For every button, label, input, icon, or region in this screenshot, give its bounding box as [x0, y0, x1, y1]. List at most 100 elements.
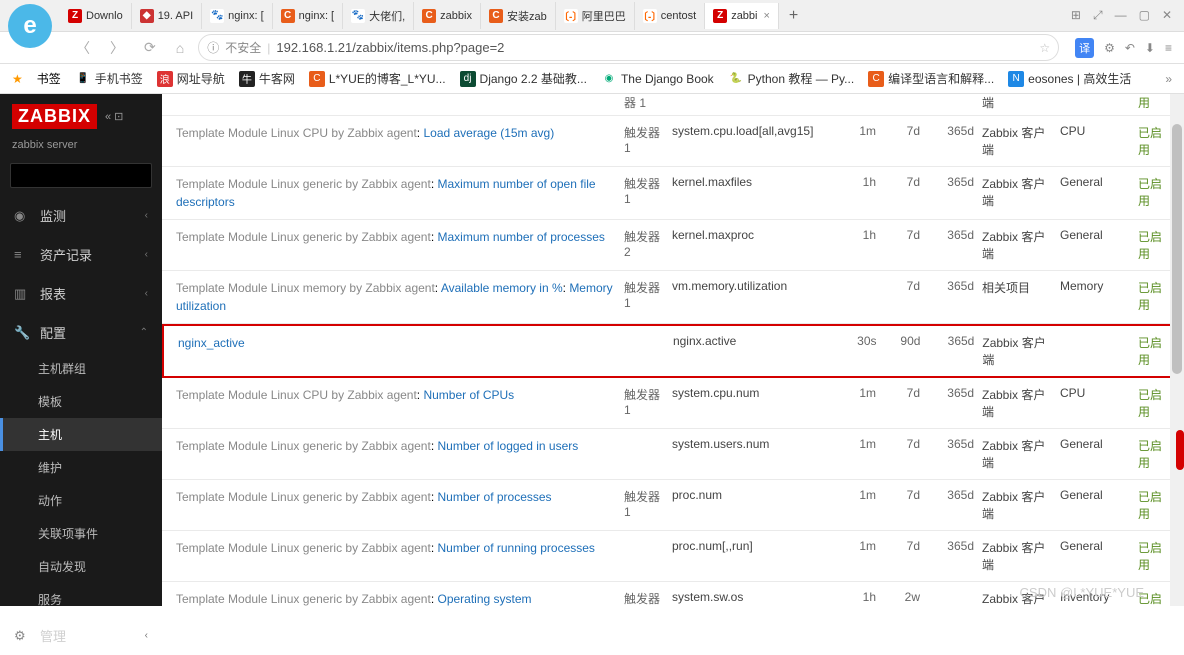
sub-nav-item[interactable]: 维护 — [0, 451, 162, 484]
item-link[interactable]: Number of processes — [438, 490, 552, 504]
download-icon[interactable]: ⬇ — [1145, 41, 1155, 55]
browser-tab[interactable]: 〔-〕阿里巴巴 — [556, 2, 635, 30]
trigger-cell: 触发器 1 — [624, 488, 664, 519]
bookmark-item[interactable]: 浪网址导航 — [157, 70, 225, 87]
scrollbar[interactable] — [1170, 94, 1184, 606]
item-link[interactable]: Operating system — [438, 592, 532, 606]
trigger-cell: 触发器 1 — [624, 590, 664, 606]
minimize-icon[interactable]: — — [1115, 8, 1127, 23]
star-icon[interactable]: ☆ — [1039, 41, 1050, 55]
status-cell[interactable]: 已启用 — [1138, 228, 1168, 262]
collapse-icon[interactable]: « ⊡ — [105, 110, 123, 123]
app-cell: Memory — [1060, 279, 1130, 293]
history-cell: 7d — [884, 539, 920, 553]
tab-favicon: 🐾 — [351, 9, 365, 23]
browser-tab[interactable]: 〔-〕centost — [635, 3, 705, 29]
sidebar-search[interactable]: 🔍 — [10, 163, 152, 188]
item-link[interactable]: nginx_active — [178, 336, 245, 350]
bookmark-item[interactable]: 牛牛客网 — [239, 70, 295, 87]
item-link[interactable]: Maximum number of processes — [438, 230, 605, 244]
item-link[interactable]: Number of running processes — [438, 541, 595, 555]
tab-favicon: Z — [713, 9, 727, 23]
history-cell: 7d — [884, 386, 920, 400]
close-window-icon[interactable]: ✕ — [1162, 8, 1172, 23]
sub-nav-item[interactable]: 自动发现 — [0, 550, 162, 583]
status-cell[interactable]: 已启用 — [1138, 386, 1168, 420]
bookmark-item[interactable]: ◉The Django Book — [601, 71, 714, 87]
new-tab-button[interactable]: + — [779, 3, 808, 29]
key-cell: system.cpu.num — [672, 386, 832, 400]
bookmark-item[interactable]: CL*YUE的博客_L*YU... — [309, 70, 446, 87]
home-button[interactable]: ⌂ — [170, 38, 190, 58]
tab-label: zabbix — [440, 10, 472, 22]
item-link[interactable]: Number of CPUs — [423, 388, 514, 402]
interval-cell: 30s — [841, 334, 877, 348]
browser-tab[interactable]: Zzabbi× — [705, 3, 779, 29]
status-cell[interactable]: 已启用 — [1138, 175, 1168, 209]
type-cell: Zabbix 客户端 — [982, 437, 1052, 471]
bookmark-item[interactable]: 🐍Python 教程 — Py... — [728, 70, 854, 87]
item-link[interactable]: Load average (15m avg) — [423, 126, 554, 140]
table-row: Template Module Linux generic by Zabbix … — [162, 531, 1184, 582]
url-box[interactable]: ⓘ 不安全 | 192.168.1.21/zabbix/items.php?pa… — [198, 34, 1059, 61]
browser-tab[interactable]: Czabbix — [414, 3, 481, 29]
nav-admin[interactable]: ⚙ 管理 ‹ — [0, 616, 162, 655]
zabbix-logo[interactable]: ZABBIX — [12, 104, 97, 129]
nav-label: 监测 — [40, 206, 66, 225]
sub-nav-item[interactable]: 主机群组 — [0, 352, 162, 385]
bookmark-item[interactable]: 📱手机书签 — [75, 70, 143, 87]
bookmark-item[interactable]: Neosones | 高效生活 — [1008, 70, 1131, 87]
back-button[interactable]: 〈 — [70, 36, 96, 60]
nav-item[interactable]: ▥报表‹ — [0, 274, 162, 313]
status-cell[interactable]: 已启用 — [1138, 124, 1168, 158]
browser-tab[interactable]: Cnginx: [ — [273, 3, 343, 29]
status-cell[interactable]: 已启用 — [1138, 437, 1168, 471]
item-link[interactable]: Number of logged in users — [438, 439, 579, 453]
more-bookmarks-icon[interactable]: » — [1165, 72, 1172, 86]
chevron-icon: ‹ — [145, 288, 148, 299]
nav-item[interactable]: ◉监测‹ — [0, 196, 162, 235]
trigger-cell: 触发器 1 — [624, 386, 664, 417]
status-cell[interactable]: 已启用 — [1138, 590, 1168, 606]
browser-tab[interactable]: ◆19. API — [132, 3, 202, 29]
sub-nav-item[interactable]: 关联项事件 — [0, 517, 162, 550]
history-cell: 90d — [885, 334, 921, 348]
maximize-icon[interactable]: ▢ — [1139, 8, 1150, 23]
browser-tab[interactable]: ZDownlo — [60, 3, 132, 29]
sub-nav-item[interactable]: 服务 — [0, 583, 162, 616]
close-icon[interactable]: × — [763, 10, 769, 22]
status-cell[interactable]: 已启用 — [1138, 488, 1168, 522]
nav-item[interactable]: 🔧配置⌃ — [0, 313, 162, 352]
sub-nav-item[interactable]: 主机 — [0, 418, 162, 451]
nav-icon: ▥ — [14, 286, 30, 302]
item-link[interactable]: Available memory in % — [441, 281, 563, 295]
browser-tab[interactable]: 🐾nginx: [ — [202, 3, 272, 29]
chevron-icon: ‹ — [145, 249, 148, 260]
bookmark-item[interactable]: C编译型语言和解释... — [868, 70, 994, 87]
status-cell[interactable]: 已启用 — [1138, 334, 1168, 368]
sub-nav-item[interactable]: 动作 — [0, 484, 162, 517]
bookmark-label: 手机书签 — [95, 70, 143, 87]
undo-icon[interactable]: ↶ — [1125, 41, 1135, 55]
status-cell[interactable]: 已启用 — [1138, 539, 1168, 573]
browser-tab[interactable]: C安装zab — [481, 2, 556, 30]
browser-tab[interactable]: 🐾大佬们, — [343, 2, 414, 30]
translate-button[interactable]: 译 — [1075, 38, 1094, 58]
nav-item[interactable]: ≡资产记录‹ — [0, 235, 162, 274]
forward-button[interactable]: 〉 — [104, 36, 130, 60]
extension-icon[interactable]: ⚙ — [1104, 41, 1115, 55]
menu-icon[interactable]: ≡ — [1165, 41, 1172, 55]
template-name: Template Module Linux CPU by Zabbix agen… — [176, 388, 417, 402]
table-row: Template Module Linux generic by Zabbix … — [162, 480, 1184, 531]
reload-button[interactable]: ⟳ — [138, 37, 162, 58]
pin-icon[interactable]: ⤢ — [1093, 8, 1103, 23]
status-cell[interactable]: 已启用 — [1138, 279, 1168, 313]
interval-cell: 1m — [840, 437, 876, 451]
bookmarks-label: 书签 — [37, 70, 61, 87]
qr-icon[interactable]: ⊞ — [1071, 8, 1081, 23]
sub-nav-item[interactable]: 模板 — [0, 385, 162, 418]
bookmark-item[interactable]: djDjango 2.2 基础教... — [460, 70, 587, 87]
bookmark-label: 牛客网 — [259, 70, 295, 87]
scroll-thumb[interactable] — [1172, 124, 1182, 374]
tab-label: Downlo — [86, 10, 123, 22]
